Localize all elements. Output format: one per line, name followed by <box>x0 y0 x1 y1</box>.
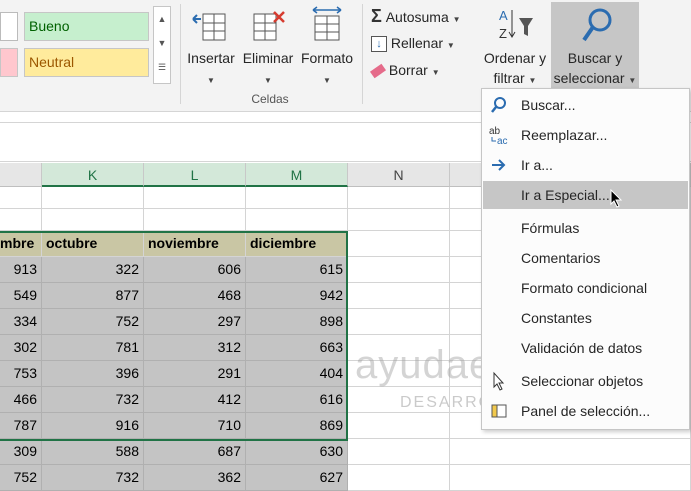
blank-cell[interactable] <box>348 283 450 309</box>
selection-border <box>0 231 348 441</box>
style-bad[interactable] <box>0 48 18 77</box>
blank-cell[interactable] <box>450 465 691 491</box>
pointer-icon <box>489 371 509 391</box>
divider <box>180 4 181 104</box>
find-select-label-1: Buscar y <box>567 50 623 66</box>
svg-text:A: A <box>499 8 508 23</box>
data-cell[interactable]: 627 <box>246 465 348 491</box>
format-label: Formato <box>300 50 354 66</box>
blank-cell[interactable] <box>0 209 42 231</box>
sort-filter-button[interactable]: Ordenar y filtrar ▼ <box>478 48 552 91</box>
insert-icon <box>191 6 227 42</box>
menu-item-label: Constantes <box>521 310 592 326</box>
blank-cell[interactable] <box>0 187 42 209</box>
blank-cell[interactable] <box>144 187 246 209</box>
menu-item-label: Formato condicional <box>521 280 648 296</box>
column-header-m[interactable]: M <box>246 163 348 187</box>
insert-button[interactable]: Insertar ▼ <box>183 48 239 91</box>
style-good[interactable]: Bueno <box>24 12 149 41</box>
data-cell[interactable]: 630 <box>246 439 348 465</box>
menu-item-label: Validación de datos <box>521 340 643 356</box>
style-neutral[interactable]: Neutral <box>24 48 149 77</box>
svg-text:ac: ac <box>497 136 508 145</box>
delete-icon <box>250 6 288 42</box>
menu-item-reemplazar[interactable]: ab ac Reemplazar... <box>483 121 688 149</box>
autosum-label: Autosuma <box>385 9 449 25</box>
delete-label: Eliminar <box>242 50 294 66</box>
menu-item-constantes[interactable]: Constantes <box>483 304 688 332</box>
arrow-right-icon <box>489 155 509 175</box>
menu-item-seleccionar-objetos[interactable]: Seleccionar objetos <box>483 367 688 395</box>
insert-label: Insertar <box>187 50 235 66</box>
menu-item-formato-condicional[interactable]: Formato condicional <box>483 274 688 302</box>
clear-button[interactable]: Borrar ▼ <box>369 58 440 82</box>
blank-cell[interactable] <box>348 309 450 335</box>
menu-item-panel-de-selección[interactable]: Panel de selección... <box>483 397 688 425</box>
replace-icon: ab ac <box>489 125 509 147</box>
blank-cell[interactable] <box>348 413 450 439</box>
divider <box>362 4 363 104</box>
blank-cell[interactable] <box>144 209 246 231</box>
fill-button[interactable]: ↓ Rellenar ▼ <box>371 31 455 55</box>
blank-cell[interactable] <box>246 187 348 209</box>
menu-item-ir-a[interactable]: Ir a... <box>483 151 688 179</box>
format-button[interactable]: Formato ▼ <box>298 48 356 91</box>
sort-filter-label-2: filtrar <box>493 70 525 86</box>
blank-cell[interactable] <box>42 187 144 209</box>
column-header-k[interactable]: K <box>42 163 144 187</box>
data-cell[interactable]: 752 <box>0 465 42 491</box>
find-select-label-2: seleccionar <box>553 70 625 86</box>
blank-cell[interactable] <box>348 231 450 257</box>
blank-cell[interactable] <box>42 209 144 231</box>
blank-cell[interactable] <box>348 187 450 209</box>
menu-item-label: Comentarios <box>521 250 601 266</box>
data-cell[interactable]: 588 <box>42 439 144 465</box>
menu-item-label: Seleccionar objetos <box>521 373 644 389</box>
blank-cell[interactable] <box>246 209 348 231</box>
menu-item-buscar[interactable]: Buscar... <box>483 91 688 119</box>
magnifier-icon <box>580 6 616 46</box>
column-header-j[interactable] <box>0 163 42 187</box>
blank-cell[interactable] <box>348 209 450 231</box>
blank-cell[interactable] <box>348 439 450 465</box>
blank-cell[interactable] <box>348 257 450 283</box>
fill-down-icon: ↓ <box>371 36 387 53</box>
cells-group-label: Celdas <box>251 92 289 106</box>
menu-item-label: Ir a... <box>521 157 553 173</box>
data-cell[interactable]: 309 <box>0 439 42 465</box>
blank-cell[interactable] <box>348 465 450 491</box>
autosum-button[interactable]: Σ Autosuma ▼ <box>371 4 461 28</box>
data-cell[interactable]: 687 <box>144 439 246 465</box>
search-icon <box>489 95 509 115</box>
sigma-icon: Σ <box>371 6 382 26</box>
data-cell[interactable]: 362 <box>144 465 246 491</box>
menu-item-ir-a-especial[interactable]: Ir a Especial... <box>483 181 688 209</box>
find-select-menu: Buscar... ab ac Reemplazar... Ir a... Ir a Es… <box>481 88 690 430</box>
fill-label: Rellenar <box>390 35 444 51</box>
blank-cell[interactable] <box>450 439 691 465</box>
menu-item-comentarios[interactable]: Comentarios <box>483 244 688 272</box>
column-header-n[interactable]: N <box>348 163 450 187</box>
format-icon <box>309 6 345 42</box>
style-empty[interactable] <box>0 12 18 41</box>
clear-label: Borrar <box>388 62 428 78</box>
sort-filter-label-1: Ordenar y <box>483 50 547 66</box>
mouse-cursor-icon <box>610 188 624 212</box>
menu-item-validación-de-datos[interactable]: Validación de datos <box>483 334 688 362</box>
find-select-label: Buscar y seleccionar ▼ <box>553 50 637 86</box>
data-cell[interactable]: 732 <box>42 465 144 491</box>
menu-item-label: Buscar... <box>521 97 576 113</box>
sort-filter-icon: AZ <box>497 6 537 42</box>
menu-item-label: Reemplazar... <box>521 127 608 143</box>
svg-text:Z: Z <box>499 26 507 41</box>
eraser-icon <box>369 64 387 79</box>
menu-item-label: Ir a Especial... <box>521 187 610 203</box>
menu-item-fórmulas[interactable]: Fórmulas <box>483 214 688 242</box>
gallery-scroll[interactable]: ▲ ▼ ☰ <box>153 6 171 84</box>
selection-pane-icon <box>489 401 509 421</box>
menu-item-label: Panel de selección... <box>521 403 651 419</box>
column-header-l[interactable]: L <box>144 163 246 187</box>
delete-button[interactable]: Eliminar ▼ <box>240 48 296 91</box>
menu-item-label: Fórmulas <box>521 220 580 236</box>
